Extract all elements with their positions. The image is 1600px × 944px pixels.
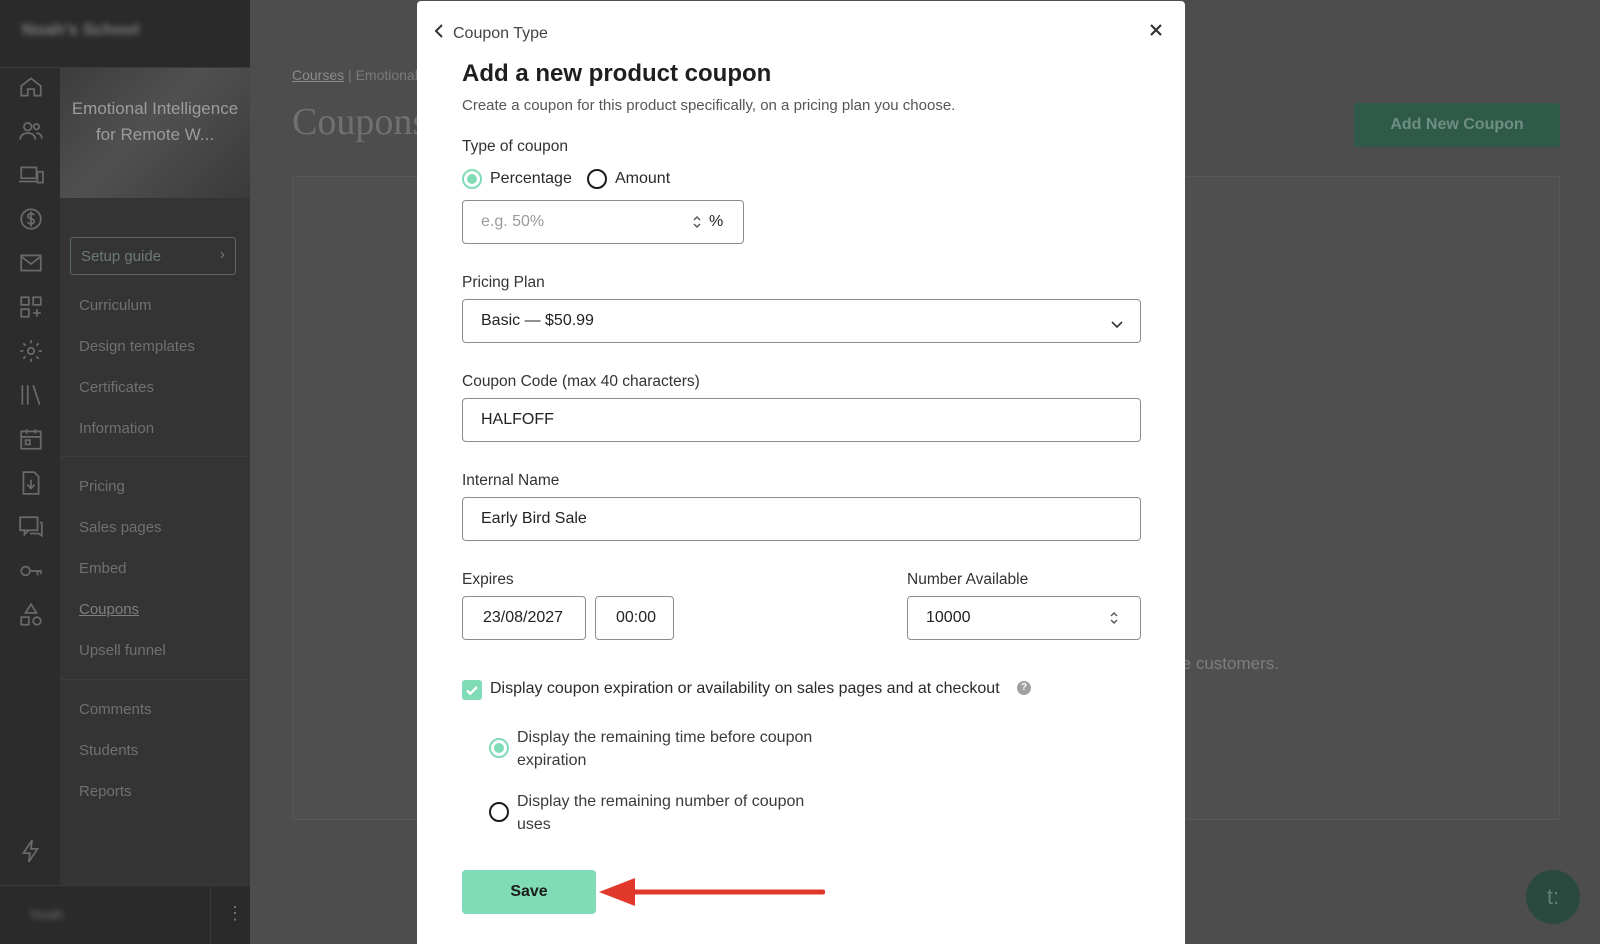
save-button[interactable]: Save — [462, 870, 596, 914]
chat-icon[interactable] — [18, 514, 44, 540]
help-icon[interactable]: ? — [1017, 681, 1031, 695]
amount-label: Amount — [615, 170, 671, 187]
modal-title: Add a new product coupon — [462, 60, 772, 87]
chevron-down-icon — [1110, 316, 1124, 329]
discount-placeholder: e.g. 50% — [481, 213, 545, 230]
nav-item-comments[interactable]: Comments — [79, 701, 152, 718]
users-icon[interactable] — [18, 118, 44, 144]
user-footer: Noah ⋮ — [0, 885, 250, 944]
display-remaining-time-label: Display the remaining time before coupon… — [517, 729, 813, 769]
expires-time-input[interactable]: 00:00 — [595, 596, 674, 640]
chevron-right-icon: › — [219, 246, 225, 263]
percent-unit: % — [709, 213, 724, 230]
nav-item-information[interactable]: Information — [79, 420, 154, 437]
coupon-code-label: Coupon Code (max 40 characters) — [462, 373, 700, 390]
expires-label: Expires — [462, 571, 514, 588]
back-label: Coupon Type — [453, 24, 548, 42]
add-coupon-modal: Coupon Type Add a new product coupon Cre… — [417, 1, 1185, 944]
nav-item-embed[interactable]: Embed — [79, 560, 127, 577]
nav-item-curriculum[interactable]: Curriculum — [79, 297, 152, 314]
nav-item-coupons[interactable]: Coupons — [79, 601, 139, 618]
breadcrumb: Courses | Emotional — [292, 67, 418, 83]
modal-subtitle: Create a coupon for this product specifi… — [462, 97, 956, 114]
coupon-code-input[interactable]: HALFOFF — [462, 398, 1141, 442]
home-icon[interactable] — [18, 74, 44, 100]
discount-percentage-input[interactable]: e.g. 50% % — [462, 200, 744, 244]
chat-widget-button[interactable]: t: — [1526, 870, 1580, 924]
nav-item-sales-pages[interactable]: Sales pages — [79, 519, 162, 536]
icon-rail — [0, 0, 60, 944]
nav-item-design-templates[interactable]: Design templates — [79, 338, 195, 355]
setup-guide-button[interactable]: Setup guide › — [70, 237, 236, 275]
add-new-coupon-button[interactable]: Add New Coupon — [1354, 103, 1560, 147]
chevron-left-icon — [433, 24, 445, 43]
internal-name-value: Early Bird Sale — [481, 510, 587, 527]
stepper-icon[interactable] — [1110, 611, 1118, 625]
apps-icon[interactable] — [18, 294, 44, 320]
nav-divider — [60, 456, 250, 457]
shapes-icon[interactable] — [18, 602, 44, 628]
pricing-plan-value: Basic — $50.99 — [481, 312, 594, 329]
coupon-code-value: HALFOFF — [481, 411, 554, 428]
coupon-type-label: Type of coupon — [462, 138, 568, 155]
library-icon[interactable] — [18, 382, 44, 408]
display-remaining-uses-label: Display the remaining number of coupon u… — [517, 793, 805, 833]
internal-name-label: Internal Name — [462, 472, 560, 489]
number-available-label: Number Available — [907, 571, 1029, 588]
lightning-icon[interactable] — [18, 838, 44, 864]
school-header[interactable]: Noah's School — [0, 0, 250, 68]
devices-icon[interactable] — [18, 162, 44, 188]
breadcrumb-current: Emotional — [355, 67, 418, 83]
percentage-label: Percentage — [490, 170, 572, 187]
back-to-coupon-type-button[interactable]: Coupon Type — [433, 24, 548, 43]
nav-item-certificates[interactable]: Certificates — [79, 379, 154, 396]
mail-icon[interactable] — [18, 250, 44, 276]
display-remaining-time-radio[interactable] — [489, 738, 509, 758]
kebab-menu-icon[interactable]: ⋮ — [226, 904, 244, 922]
display-remaining-uses-radio[interactable] — [489, 802, 509, 822]
close-icon[interactable] — [1145, 19, 1167, 41]
nav-item-upsell-funnel[interactable]: Upsell funnel — [79, 642, 166, 659]
number-available-value: 10000 — [926, 609, 971, 626]
internal-name-input[interactable]: Early Bird Sale — [462, 497, 1141, 541]
user-name[interactable]: Noah — [30, 906, 63, 922]
dollar-icon[interactable] — [18, 206, 44, 232]
nav-divider — [60, 679, 250, 680]
course-title: Emotional Intelligence for Remote W... — [71, 99, 239, 144]
number-available-input[interactable]: 10000 — [907, 596, 1141, 640]
annotation-arrow-icon — [599, 878, 825, 906]
course-thumbnail[interactable]: Emotional Intelligence for Remote W... — [60, 68, 250, 198]
breadcrumb-separator: | — [348, 67, 352, 83]
footer-divider — [210, 886, 211, 944]
key-icon[interactable] — [18, 558, 44, 584]
breadcrumb-courses-link[interactable]: Courses — [292, 67, 344, 83]
nav-item-pricing[interactable]: Pricing — [79, 478, 125, 495]
school-name: Noah's School — [22, 20, 140, 39]
display-expiration-checkbox[interactable] — [462, 680, 482, 700]
nav-item-reports[interactable]: Reports — [79, 783, 132, 800]
page-title: Coupons — [292, 101, 428, 143]
expires-date-input[interactable]: 23/08/2027 — [462, 596, 586, 640]
empty-state-text: re customers. — [1176, 654, 1279, 673]
pricing-plan-label: Pricing Plan — [462, 274, 545, 291]
percentage-radio[interactable] — [462, 169, 482, 189]
stepper-icon[interactable] — [693, 215, 701, 229]
amount-radio[interactable] — [587, 169, 607, 189]
download-file-icon[interactable] — [18, 470, 44, 496]
expires-time-value: 00:00 — [616, 609, 657, 626]
nav-item-students[interactable]: Students — [79, 742, 138, 759]
pricing-plan-select[interactable]: Basic — $50.99 — [462, 299, 1141, 343]
setup-guide-label: Setup guide — [81, 248, 162, 265]
display-expiration-label: Display coupon expiration or availabilit… — [490, 680, 1000, 697]
gear-icon[interactable] — [18, 338, 44, 364]
calendar-icon[interactable] — [18, 426, 44, 452]
expires-date-value: 23/08/2027 — [483, 609, 564, 626]
